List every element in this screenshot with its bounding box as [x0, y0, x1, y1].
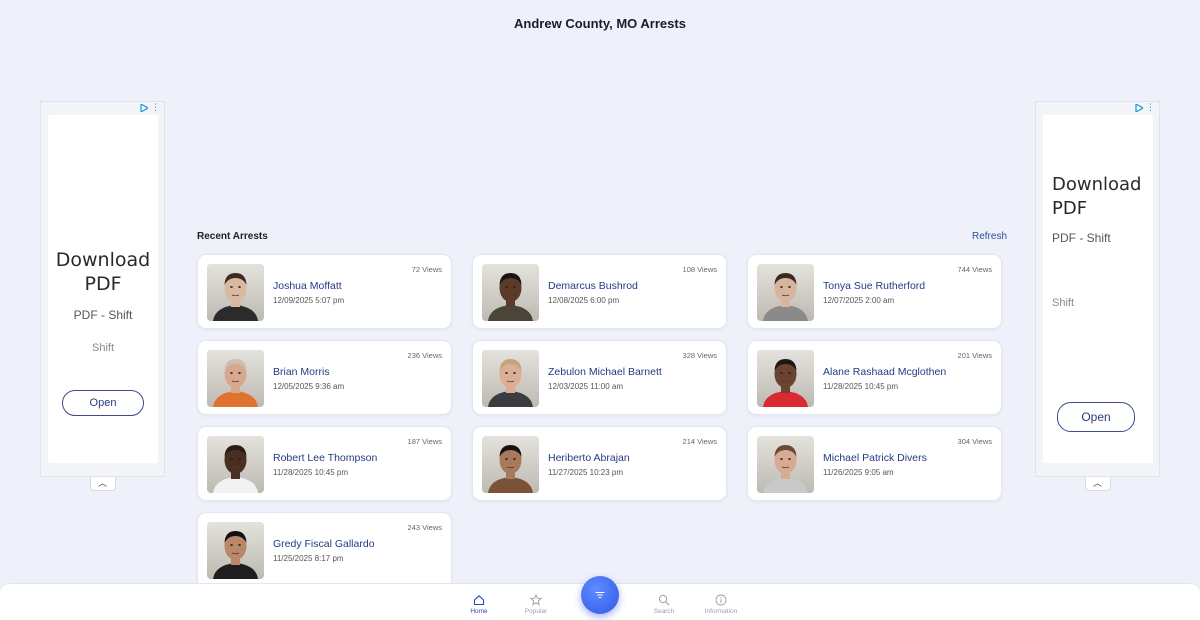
nav-popular[interactable]: Popular — [511, 593, 561, 615]
mugshot-photo[interactable] — [482, 436, 539, 493]
arrest-date: 12/03/2025 11:00 am — [548, 382, 624, 391]
arrest-card[interactable]: 214 Views Heriberto Abrajan 11/27/2025 10:… — [472, 426, 727, 501]
arrestee-name[interactable]: Heriberto Abrajan — [548, 451, 698, 466]
view-count: 236 Views — [407, 351, 442, 360]
home-icon — [454, 594, 504, 606]
ad-choices-icon[interactable]: ⋮ — [1135, 102, 1155, 113]
ad-left-content[interactable]: Download PDF PDF - Shift Shift Open — [48, 115, 158, 463]
view-count: 187 Views — [407, 437, 442, 446]
arrestee-name[interactable]: Michael Patrick Divers — [823, 451, 973, 466]
arrest-date: 11/28/2025 10:45 pm — [823, 382, 899, 391]
ad-left-open-button[interactable]: Open — [62, 390, 144, 416]
ad-right[interactable]: ⋮ Download PDF PDF - Shift Shift Open ︿ — [1035, 101, 1160, 491]
arrest-date: 12/05/2025 9:36 am — [273, 382, 345, 391]
search-icon — [639, 594, 689, 606]
page-title: Andrew County, MO Arrests — [514, 16, 686, 31]
nav-information[interactable]: Information — [696, 594, 746, 615]
arrestee-name[interactable]: Joshua Moffatt — [273, 279, 423, 294]
arrest-card[interactable]: 304 Views Michael Patrick Divers 11/26/202… — [747, 426, 1002, 501]
arrest-date: 11/28/2025 10:45 pm — [273, 468, 349, 477]
arrest-date: 12/07/2025 2:00 am — [823, 296, 895, 305]
mugshot-photo[interactable] — [207, 350, 264, 407]
mugshot-photo[interactable] — [482, 350, 539, 407]
arrest-card[interactable]: 201 Views Alane Rashaad Mcglothen 11/28/20… — [747, 340, 1002, 415]
info-icon — [696, 594, 746, 606]
arrest-card[interactable]: 108 Views Demarcus Bushrod 12/08/2025 6:00… — [472, 254, 727, 329]
arrestee-name[interactable]: Gredy Fiscal Gallardo — [273, 537, 423, 552]
arrest-card[interactable]: 72 Views Joshua Moffatt 12/09/2025 5:07 pm — [197, 254, 452, 329]
ad-right-brand: Shift — [1052, 297, 1075, 309]
ad-right-content[interactable]: Download PDF PDF - Shift Shift Open — [1043, 115, 1153, 463]
ad-left-collapse-icon[interactable]: ︿ — [89, 477, 116, 491]
arrest-card[interactable]: 243 Views Gredy Fiscal Gallardo 11/25/2025… — [197, 512, 452, 584]
arrest-card[interactable]: 328 Views Zebulon Michael Barnett 12/03/20… — [472, 340, 727, 415]
arrestee-name[interactable]: Robert Lee Thompson — [273, 451, 423, 466]
ad-left-title: Download PDF — [55, 249, 151, 295]
view-count: 304 Views — [957, 437, 992, 446]
arrest-card[interactable]: 187 Views Robert Lee Thompson 11/28/2025 1… — [197, 426, 452, 501]
mugshot-photo[interactable] — [207, 522, 264, 579]
arrest-card[interactable]: 744 Views Tonya Sue Rutherford 12/07/2025 … — [747, 254, 1002, 329]
view-count: 214 Views — [682, 437, 717, 446]
arrest-card[interactable]: 236 Views Brian Morris 12/05/2025 9:36 am — [197, 340, 452, 415]
mugshot-photo[interactable] — [757, 436, 814, 493]
mugshot-photo[interactable] — [757, 264, 814, 321]
nav-popular-label: Popular — [524, 608, 548, 615]
arrestee-name[interactable]: Zebulon Michael Barnett — [548, 365, 698, 380]
view-count: 108 Views — [682, 265, 717, 274]
nav-home-label: Home — [470, 608, 488, 615]
arrestee-name[interactable]: Demarcus Bushrod — [548, 279, 698, 294]
arrest-date: 11/26/2025 9:05 am — [823, 468, 894, 477]
arrest-date: 11/25/2025 8:17 pm — [273, 554, 344, 563]
mugshot-photo[interactable] — [757, 350, 814, 407]
arrest-date: 12/08/2025 6:00 pm — [548, 296, 620, 305]
mugshot-photo[interactable] — [207, 436, 264, 493]
arrestee-name[interactable]: Alane Rashaad Mcglothen — [823, 365, 973, 380]
section-title: Recent Arrests — [197, 231, 268, 242]
view-count: 243 Views — [407, 523, 442, 532]
view-count: 744 Views — [957, 265, 992, 274]
ad-right-open-button[interactable]: Open — [1057, 402, 1135, 432]
star-icon — [511, 593, 561, 606]
nav-information-label: Information — [704, 608, 738, 615]
view-count: 328 Views — [682, 351, 717, 360]
ad-left-subtitle: PDF - Shift — [73, 308, 133, 322]
arrest-date: 11/27/2025 10:23 pm — [548, 468, 624, 477]
arrestee-name[interactable]: Tonya Sue Rutherford — [823, 279, 973, 294]
filter-button[interactable] — [581, 576, 619, 614]
nav-search-label: Search — [653, 608, 675, 615]
ad-choices-icon[interactable]: ⋮ — [140, 102, 160, 113]
ad-right-title: Download PDF — [1052, 174, 1142, 219]
filter-icon — [595, 592, 605, 598]
refresh-link[interactable]: Refresh — [972, 231, 1007, 242]
ad-right-collapse-icon[interactable]: ︿ — [1084, 477, 1111, 491]
view-count: 201 Views — [957, 351, 992, 360]
nav-home[interactable]: Home — [454, 594, 504, 615]
nav-search[interactable]: Search — [639, 594, 689, 615]
view-count: 72 Views — [411, 265, 442, 274]
mugshot-photo[interactable] — [207, 264, 264, 321]
ad-right-subtitle: PDF - Shift — [1052, 231, 1111, 245]
arrestee-name[interactable]: Brian Morris — [273, 365, 423, 380]
arrest-date: 12/09/2025 5:07 pm — [273, 296, 345, 305]
ad-left-brand: Shift — [91, 342, 114, 354]
mugshot-photo[interactable] — [482, 264, 539, 321]
ad-left[interactable]: ⋮ Download PDF PDF - Shift Shift Open ︿ — [40, 101, 165, 491]
